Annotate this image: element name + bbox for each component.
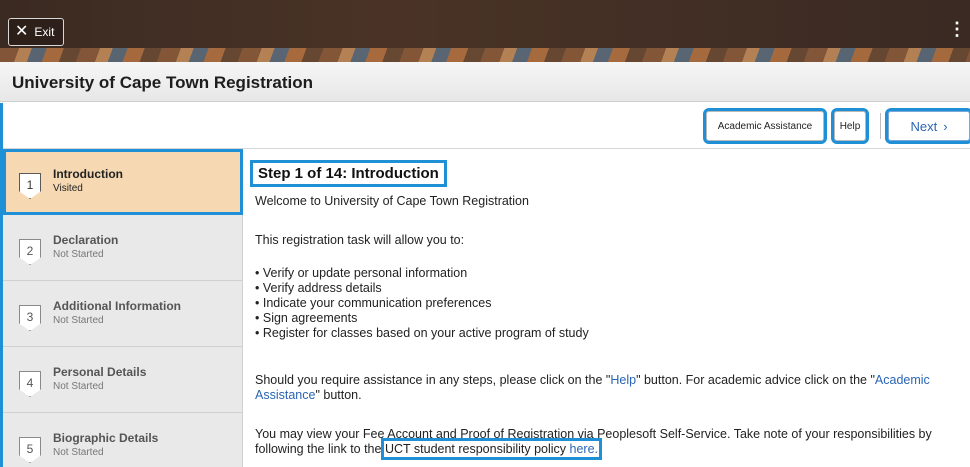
close-icon: ✕ <box>15 23 29 40</box>
list-item: Verify address details <box>255 281 589 296</box>
chevron-right-icon: › <box>943 118 948 134</box>
step-name: Additional Information <box>53 299 181 313</box>
step-number-badge: 2 <box>19 239 41 265</box>
assistance-text-part: " button. <box>315 388 362 402</box>
step-declaration[interactable]: 2 Declaration Not Started <box>3 215 243 281</box>
help-link[interactable]: Help <box>610 373 636 387</box>
step-status: Visited <box>53 183 83 194</box>
step-name: Introduction <box>53 167 123 181</box>
list-item: Sign agreements <box>255 311 589 326</box>
steps-sidebar: 1 Introduction Visited 2 Declaration Not… <box>3 149 243 467</box>
step-name: Declaration <box>53 233 119 247</box>
step-status: Not Started <box>53 381 104 392</box>
banner-pattern <box>0 48 970 62</box>
step-heading: Step 1 of 14: Introduction <box>250 160 447 187</box>
step-number-badge: 4 <box>19 371 41 397</box>
next-label: Next <box>910 118 938 134</box>
task-list: Verify or update personal information Ve… <box>255 266 589 341</box>
list-item: Verify or update personal information <box>255 266 589 281</box>
step-number-badge: 3 <box>19 305 41 331</box>
policy-link-highlight: UCT student responsibility policy here. <box>380 438 603 460</box>
title-bar: University of Cape Town Registration <box>0 62 970 102</box>
exit-button[interactable]: ✕ Exit <box>8 18 64 46</box>
page-title: University of Cape Town Registration <box>12 73 314 92</box>
next-button[interactable]: Next › <box>885 108 970 144</box>
list-item: Register for classes based on your activ… <box>255 326 589 341</box>
exit-label: Exit <box>34 25 55 39</box>
academic-assistance-button[interactable]: Academic Assistance <box>703 108 827 144</box>
assistance-text: Should you require assistance in any ste… <box>255 373 960 403</box>
step-personal-details[interactable]: 4 Personal Details Not Started <box>3 347 243 413</box>
step-status: Not Started <box>53 315 104 326</box>
list-item: Indicate your communication preferences <box>255 296 589 311</box>
step-number-badge: 1 <box>19 173 41 199</box>
step-number-badge: 5 <box>19 437 41 463</box>
toolbar: Academic Assistance Help Next › <box>0 103 970 149</box>
step-introduction[interactable]: 1 Introduction Visited <box>3 149 243 215</box>
help-button[interactable]: Help <box>831 108 869 144</box>
step-status: Not Started <box>53 249 104 260</box>
step-name: Personal Details <box>53 365 147 379</box>
intro-text: This registration task will allow you to… <box>255 233 465 247</box>
step-status: Not Started <box>53 447 104 458</box>
assistance-text-part: Should you require assistance in any ste… <box>255 373 611 387</box>
assistance-text-part: " button. For academic advice click on t… <box>636 373 875 387</box>
welcome-text: Welcome to University of Cape Town Regis… <box>255 194 529 208</box>
step-additional-information[interactable]: 3 Additional Information Not Started <box>3 281 243 347</box>
main-content: Step 1 of 14: Introduction Welcome to Un… <box>250 149 970 467</box>
policy-here-link[interactable]: here. <box>570 442 599 456</box>
top-banner: ✕ Exit ⋮ <box>0 0 970 62</box>
step-biographic-details[interactable]: 5 Biographic Details Not Started <box>3 413 243 467</box>
more-options-icon[interactable]: ⋮ <box>948 20 966 38</box>
toolbar-divider <box>880 113 881 139</box>
step-name: Biographic Details <box>53 431 159 445</box>
policy-text: UCT student responsibility policy <box>384 442 570 456</box>
fee-account-text: You may view your Fee Account and Proof … <box>255 427 960 460</box>
